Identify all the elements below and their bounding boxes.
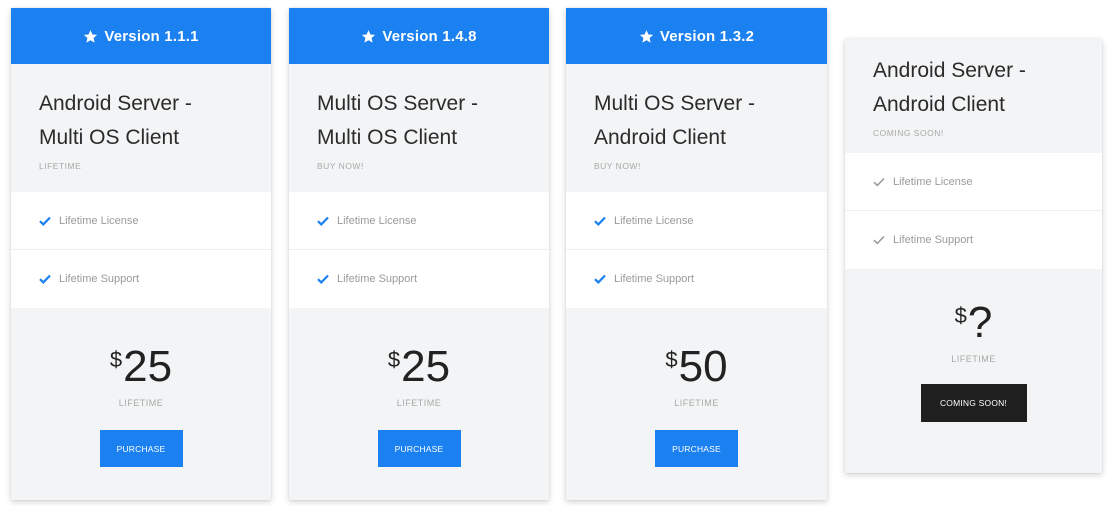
feature-item: Lifetime Support xyxy=(566,250,827,308)
check-icon xyxy=(317,216,329,226)
pricing-card-1: Version 1.1.1 Android Server - Multi OS … xyxy=(11,8,271,500)
feature-label: Lifetime License xyxy=(614,214,694,227)
price-amount: ? xyxy=(967,298,993,347)
price: $50 xyxy=(566,335,827,392)
purchase-button[interactable]: PURCHASE xyxy=(655,430,738,467)
price: $25 xyxy=(11,335,271,392)
feature-list: Lifetime License Lifetime Support xyxy=(289,192,549,308)
price-amount: 25 xyxy=(123,342,173,391)
price: $25 xyxy=(289,335,549,392)
feature-list: Lifetime License Lifetime Support xyxy=(566,192,827,308)
feature-label: Lifetime Support xyxy=(59,273,140,285)
price-period: LIFETIME xyxy=(118,398,164,408)
plan-header: Android Server - Android Client COMING S… xyxy=(845,39,1102,153)
plan-title-line2: Multi OS Client xyxy=(317,126,458,149)
currency-symbol: $ xyxy=(109,347,123,372)
purchase-button[interactable]: PURCHASE xyxy=(99,430,183,467)
feature-item: Lifetime License xyxy=(289,192,549,250)
price-section: $25 LIFETIME PURCHASE xyxy=(289,308,549,500)
feature-item: Lifetime License xyxy=(566,192,827,250)
version-banner: Version 1.3.2 xyxy=(566,8,827,64)
feature-label: Lifetime License xyxy=(59,214,139,227)
feature-label: Lifetime License xyxy=(893,175,973,188)
plan-header: Android Server - Multi OS Client LIFETIM… xyxy=(11,64,271,192)
currency-symbol: $ xyxy=(665,347,678,372)
check-icon xyxy=(317,274,329,284)
price-amount: 25 xyxy=(401,342,451,391)
check-icon xyxy=(594,274,606,284)
plan-header: Multi OS Server - Multi OS Client BUY NO… xyxy=(289,64,549,192)
feature-item: Lifetime License xyxy=(845,153,1102,211)
price: $? xyxy=(845,291,1102,348)
star-icon xyxy=(361,29,376,44)
check-icon xyxy=(39,216,51,226)
feature-label: Lifetime License xyxy=(337,214,417,227)
price-section: $50 LIFETIME PURCHASE xyxy=(566,308,827,500)
plan-title-line2: Android Client xyxy=(873,93,1005,116)
version-banner: Version 1.1.1 xyxy=(11,8,271,64)
plan-title-line1: Multi OS Server - xyxy=(317,92,479,115)
plan-header: Multi OS Server - Android Client BUY NOW… xyxy=(566,64,827,192)
feature-item: Lifetime License xyxy=(11,192,271,250)
version-banner: Version 1.4.8 xyxy=(289,8,549,64)
star-icon xyxy=(83,29,98,44)
check-icon xyxy=(39,274,51,284)
currency-symbol: $ xyxy=(954,303,967,328)
version-label: Version 1.1.1 xyxy=(104,27,199,45)
price-section: $25 LIFETIME PURCHASE xyxy=(11,308,271,500)
feature-list: Lifetime License Lifetime Support xyxy=(845,153,1102,269)
feature-label: Lifetime Support xyxy=(337,273,418,285)
price-period: LIFETIME xyxy=(396,398,442,408)
plan-title-line2: Android Client xyxy=(594,126,726,149)
purchase-button[interactable]: PURCHASE xyxy=(377,430,461,467)
feature-label: Lifetime Support xyxy=(614,273,695,285)
feature-item: Lifetime Support xyxy=(11,250,271,308)
coming-soon-button[interactable]: COMING SOON! xyxy=(920,384,1027,422)
currency-symbol: $ xyxy=(387,347,401,372)
price-amount: 50 xyxy=(678,342,728,391)
plan-title-line1: Multi OS Server - xyxy=(594,92,756,115)
feature-item: Lifetime Support xyxy=(289,250,549,308)
check-icon xyxy=(873,177,885,187)
plan-subtitle: COMING SOON! xyxy=(873,128,944,138)
feature-list: Lifetime License Lifetime Support xyxy=(11,192,271,308)
price-period: LIFETIME xyxy=(951,354,996,364)
plan-title-line2: Multi OS Client xyxy=(39,126,180,149)
feature-item: Lifetime Support xyxy=(845,211,1102,269)
plan-title-line1: Android Server - xyxy=(39,92,192,115)
plan-title-line1: Android Server - xyxy=(873,59,1026,82)
plan-subtitle: BUY NOW! xyxy=(594,161,641,171)
version-label: Version 1.4.8 xyxy=(382,27,477,45)
price-period: LIFETIME xyxy=(674,398,719,408)
plan-subtitle: LIFETIME xyxy=(39,161,82,171)
pricing-card-4: Android Server - Android Client COMING S… xyxy=(845,39,1102,473)
feature-label: Lifetime Support xyxy=(893,234,974,246)
star-icon xyxy=(639,29,654,44)
pricing-card-2: Version 1.4.8 Multi OS Server - Multi OS… xyxy=(289,8,549,500)
check-icon xyxy=(594,216,606,226)
plan-subtitle: BUY NOW! xyxy=(317,161,364,171)
check-icon xyxy=(873,235,885,245)
pricing-card-3: Version 1.3.2 Multi OS Server - Android … xyxy=(566,8,827,500)
price-section: $? LIFETIME COMING SOON! xyxy=(845,269,1102,473)
version-label: Version 1.3.2 xyxy=(659,27,755,45)
